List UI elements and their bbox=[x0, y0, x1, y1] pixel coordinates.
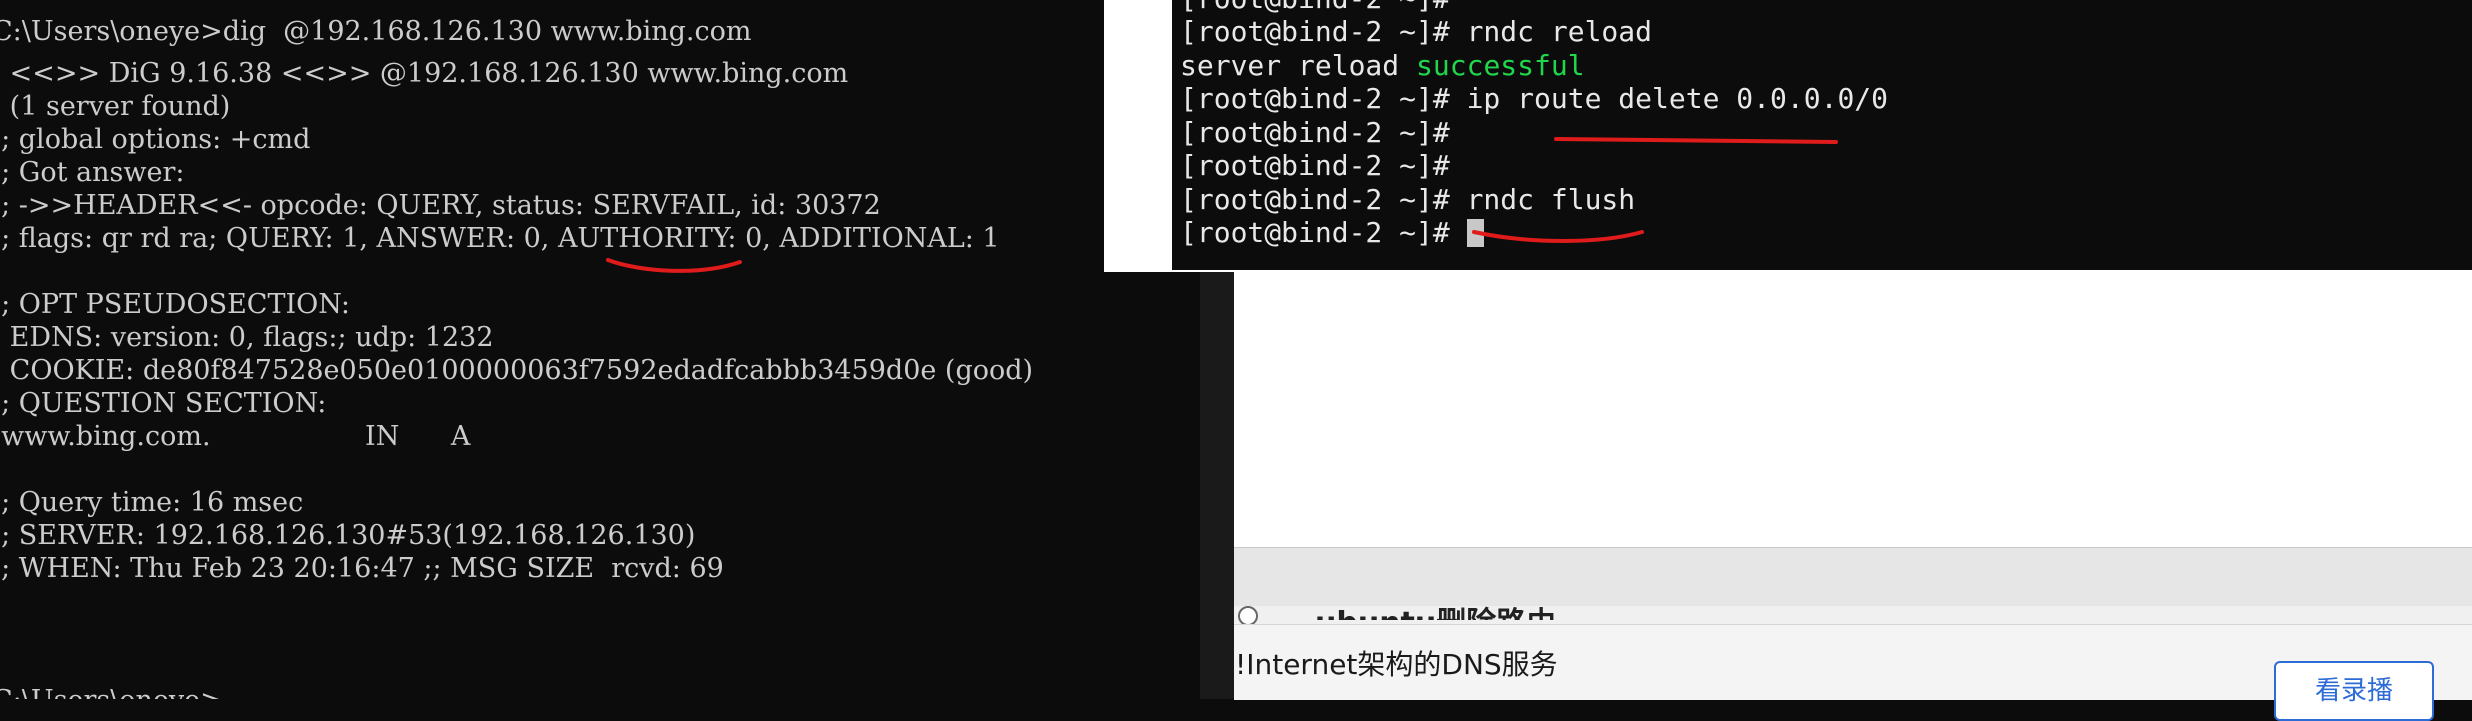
terminal-line: [root@bind-2 ~]# ip route delete 0.0.0.0… bbox=[1180, 82, 1888, 116]
watch-replay-button[interactable]: 看录播 bbox=[2274, 661, 2434, 721]
cmd-line: ;; flags: qr rd ra; QUERY: 1, ANSWER: 0,… bbox=[0, 223, 1000, 254]
command-text: rndc reload bbox=[1449, 15, 1653, 48]
cmd-line: ; EDNS: version: 0, flags:; udp: 1232 bbox=[0, 322, 494, 353]
cmd-line: ;; global options: +cmd bbox=[0, 124, 311, 155]
success-text: successful bbox=[1416, 49, 1585, 82]
terminal-line: server reload successful bbox=[1180, 49, 1585, 83]
terminal-line: [root@bind-2 ~]# bbox=[1180, 216, 1484, 250]
cmd-line: ;; ->>HEADER<<- opcode: QUERY, status: S… bbox=[0, 190, 881, 221]
prompt: [root@bind-2 ~]# bbox=[1180, 0, 1450, 15]
cmd-line: ;; Got answer: bbox=[0, 157, 185, 188]
prompt: [root@bind-2 ~]# bbox=[1180, 183, 1450, 216]
prompt: [root@bind-2 ~]# bbox=[1180, 216, 1450, 249]
terminal-line: [root@bind-2 ~]# bbox=[1180, 0, 1450, 16]
cmd-line: ;; WHEN: Thu Feb 23 20:16:47 ;; MSG SIZE… bbox=[0, 553, 724, 584]
course-title: !Internet架构的DNS服务 bbox=[1235, 648, 1558, 681]
cmd-line: ;; QUESTION SECTION: bbox=[0, 388, 327, 419]
command-text: ip route delete 0.0.0.0/0 bbox=[1449, 82, 1889, 115]
prompt: [root@bind-2 ~]# bbox=[1180, 149, 1450, 182]
radio-button[interactable] bbox=[1238, 606, 1258, 626]
cmd-line: C:\Users\oneye>dig @192.168.126.130 www.… bbox=[0, 16, 752, 47]
cmd-line: ; COOKIE: de80f847528e050e0100000063f759… bbox=[0, 355, 1034, 386]
cmd-line: ;; Query time: 16 msec bbox=[0, 487, 304, 518]
command-text bbox=[1450, 216, 1467, 249]
section-title: ubuntu删除路由 bbox=[1315, 598, 1556, 620]
course-footer: !Internet架构的DNS服务 看录播 bbox=[1234, 624, 2472, 721]
terminal-line: [root@bind-2 ~]# rndc flush bbox=[1180, 183, 1635, 217]
cmd-line: ; (1 server found) bbox=[0, 91, 231, 122]
cmd-window[interactable]: C:\Users\oneye>dig @192.168.126.130 www.… bbox=[0, 0, 1200, 699]
terminal-line: [root@bind-2 ~]# rndc reload bbox=[1180, 15, 1652, 49]
content-panel bbox=[1234, 270, 2472, 571]
cmd-line: ;; SERVER: 192.168.126.130#53(192.168.12… bbox=[0, 520, 696, 551]
linux-terminal[interactable]: [root@bind-2 ~]# [root@bind-2 ~]# rndc r… bbox=[1172, 0, 2472, 270]
terminal-line: [root@bind-2 ~]# bbox=[1180, 149, 1450, 183]
prompt: [root@bind-2 ~]# bbox=[1180, 116, 1450, 149]
cmd-line: C:\Users\oneye> bbox=[0, 684, 223, 699]
output-text: server reload bbox=[1180, 49, 1417, 82]
prompt: [root@bind-2 ~]# bbox=[1180, 82, 1450, 115]
command-text: rndc flush bbox=[1449, 183, 1636, 216]
cmd-line: ; <<>> DiG 9.16.38 <<>> @192.168.126.130… bbox=[0, 58, 849, 89]
text-cursor bbox=[1466, 219, 1484, 247]
terminal-line: [root@bind-2 ~]# bbox=[1180, 116, 1450, 150]
cmd-line: ;www.bing.com. IN A bbox=[0, 421, 471, 452]
cmd-line: ;; OPT PSEUDOSECTION: bbox=[0, 289, 351, 320]
prompt: [root@bind-2 ~]# bbox=[1180, 15, 1450, 48]
